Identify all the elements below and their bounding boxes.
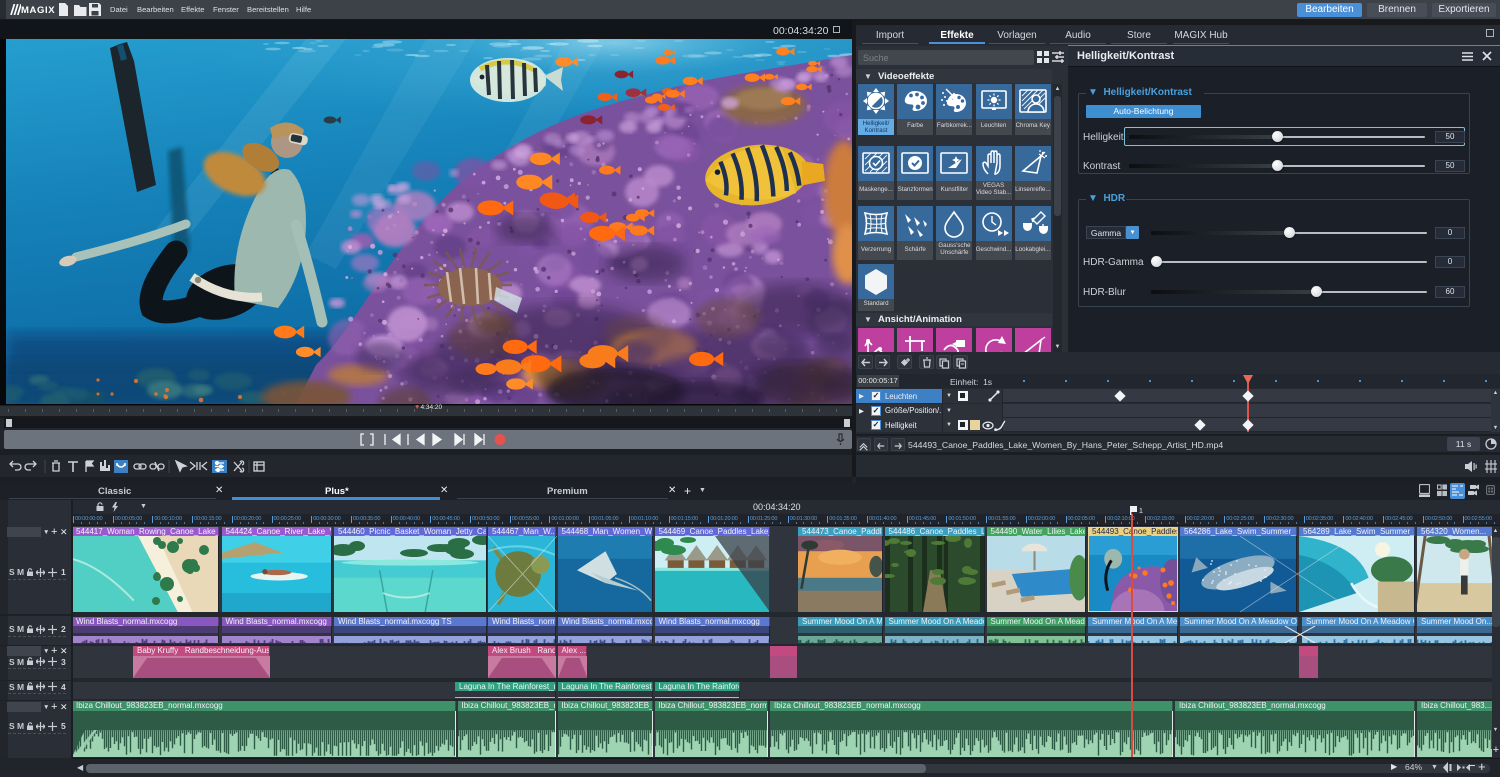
svg-text:1: 1: [1139, 508, 1143, 515]
